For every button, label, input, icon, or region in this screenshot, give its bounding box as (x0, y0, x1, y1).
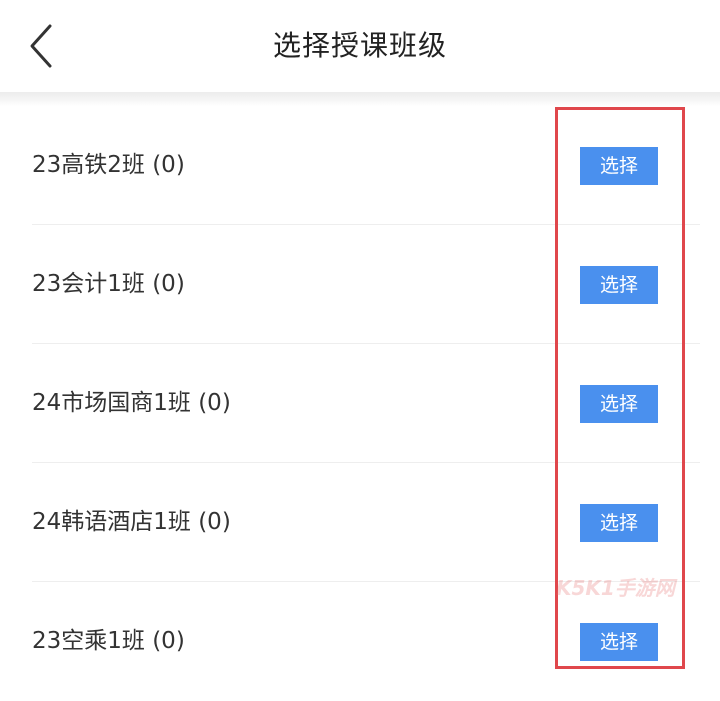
select-button[interactable]: 选择 (580, 623, 658, 661)
class-name: 23会计1班 (0) (32, 271, 185, 297)
app-header: 选择授课班级 (0, 0, 720, 92)
header-divider (0, 92, 720, 106)
class-list: 23高铁2班 (0) 选择 23会计1班 (0) 选择 24市场国商1班 (0)… (0, 106, 720, 701)
class-name: 23高铁2班 (0) (32, 152, 185, 178)
class-row: 24市场国商1班 (0) 选择 (0, 344, 720, 463)
class-name: 24市场国商1班 (0) (32, 390, 231, 416)
select-button[interactable]: 选择 (580, 504, 658, 542)
class-row: 23空乘1班 (0) 选择 (0, 582, 720, 701)
select-button[interactable]: 选择 (580, 147, 658, 185)
class-row: 23高铁2班 (0) 选择 (0, 106, 720, 225)
select-button[interactable]: 选择 (580, 385, 658, 423)
page-title: 选择授课班级 (272, 29, 447, 62)
select-button[interactable]: 选择 (580, 266, 658, 304)
class-row: 23会计1班 (0) 选择 (0, 225, 720, 344)
class-name: 24韩语酒店1班 (0) (32, 509, 231, 535)
class-row: 24韩语酒店1班 (0) 选择 (0, 463, 720, 582)
class-name: 23空乘1班 (0) (32, 628, 185, 654)
